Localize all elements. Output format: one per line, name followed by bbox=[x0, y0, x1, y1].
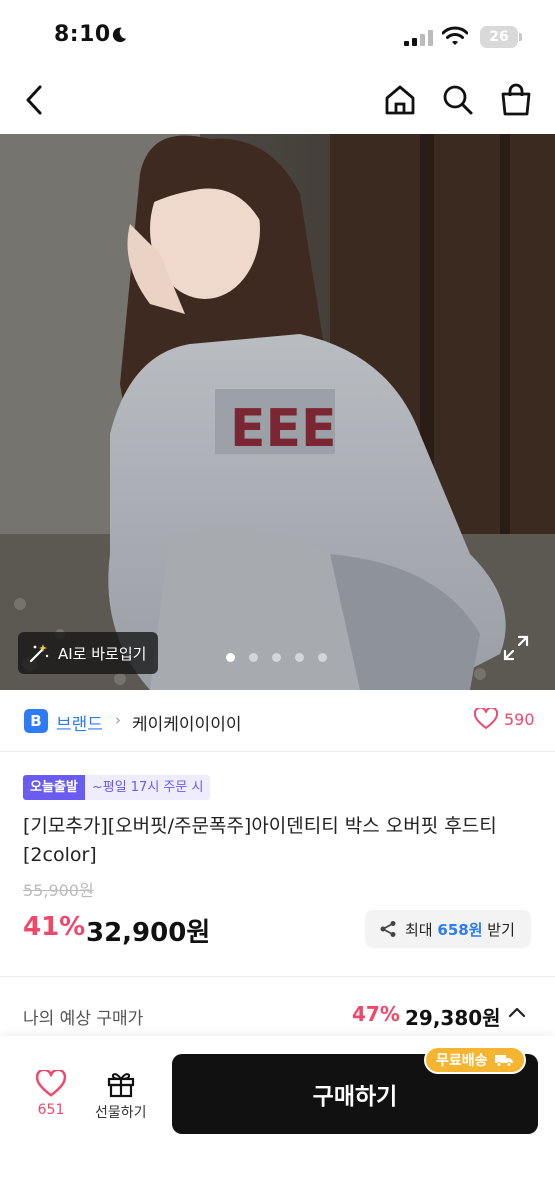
carousel-dot[interactable] bbox=[249, 653, 258, 662]
gift-icon bbox=[107, 1073, 134, 1098]
carousel-indicator bbox=[226, 653, 327, 662]
cellular-signal-icon bbox=[404, 30, 433, 46]
free-shipping-badge: 무료배송 bbox=[424, 1046, 526, 1074]
search-icon[interactable] bbox=[440, 82, 476, 118]
bottom-action-bar: 651 선물하기 구매하기 무료배송 bbox=[0, 1036, 555, 1200]
estimated-discount: 47% bbox=[352, 1002, 400, 1026]
reward-button[interactable]: 최대 658원 받기 bbox=[365, 910, 531, 948]
like-count: 651 bbox=[37, 1102, 65, 1118]
brand-name-link[interactable]: 케이케이이이이 bbox=[132, 710, 241, 735]
heart-icon bbox=[474, 708, 498, 729]
battery-level: 26 bbox=[489, 29, 509, 45]
carousel-dot[interactable] bbox=[318, 653, 327, 662]
share-icon bbox=[380, 921, 396, 937]
hoodie-print: EEE bbox=[230, 399, 337, 459]
status-time: 8:10 bbox=[54, 22, 111, 47]
sale-price: 32,900원 bbox=[86, 918, 211, 948]
brand-badge: B bbox=[24, 709, 48, 733]
brand-like-button[interactable]: 590 bbox=[474, 708, 535, 730]
magic-wand-icon bbox=[29, 644, 49, 663]
original-price: 55,900원 bbox=[23, 881, 94, 900]
carousel-dot[interactable] bbox=[295, 653, 304, 662]
brand-label[interactable]: 브랜드 bbox=[56, 710, 103, 735]
reward-text: 최대 658원 받기 bbox=[405, 919, 515, 940]
brand-chevron: › bbox=[115, 711, 121, 729]
estimated-price-label: 나의 예상 구매가 bbox=[23, 1009, 144, 1029]
shipping-condition-tag: ~평일 17시 주문 시 bbox=[84, 775, 211, 800]
delivery-tags: 오늘출발 ~평일 17시 주문 시 bbox=[23, 775, 211, 800]
gift-button[interactable]: 선물하기 bbox=[95, 1070, 147, 1122]
free-shipping-label: 무료배송 bbox=[436, 1053, 488, 1069]
reward-suffix: 받기 bbox=[487, 920, 515, 939]
status-bar: 8:10 26 bbox=[0, 0, 555, 68]
moon-icon bbox=[112, 27, 127, 43]
top-nav bbox=[0, 68, 555, 134]
ai-try-on-label: AI로 바로입기 bbox=[58, 644, 147, 663]
estimated-price: 29,380원 bbox=[405, 1006, 501, 1030]
wifi-icon bbox=[442, 26, 468, 45]
reward-prefix: 최대 bbox=[405, 920, 433, 939]
truck-icon bbox=[494, 1055, 513, 1067]
discount-rate: 41% bbox=[23, 912, 86, 942]
product-photo[interactable]: EEE AI로 바로입기 bbox=[0, 134, 555, 690]
fullscreen-icon[interactable] bbox=[502, 634, 530, 662]
gift-label: 선물하기 bbox=[95, 1105, 147, 1121]
battery-tip bbox=[519, 33, 522, 41]
like-button[interactable]: 651 bbox=[36, 1070, 66, 1118]
shopping-bag-icon[interactable] bbox=[498, 82, 534, 118]
brand-like-count: 590 bbox=[504, 709, 535, 729]
estimated-price-row[interactable]: 나의 예상 구매가 47% 29,380원 bbox=[0, 990, 555, 1040]
chevron-up-icon[interactable] bbox=[508, 1006, 526, 1018]
section-divider bbox=[0, 976, 555, 977]
heart-icon bbox=[36, 1070, 66, 1097]
brand-row: B 브랜드 › 케이케이이이이 590 bbox=[0, 690, 555, 752]
back-icon[interactable] bbox=[18, 82, 54, 118]
home-icon[interactable] bbox=[382, 82, 418, 118]
product-title: [기모추가][오버핏/주문폭주]아이덴티티 박스 오버핏 후드티[2color] bbox=[23, 815, 497, 866]
product-image: EEE bbox=[0, 134, 555, 690]
carousel-dot[interactable] bbox=[272, 653, 281, 662]
carousel-dot[interactable] bbox=[226, 653, 235, 662]
ai-try-on-button[interactable]: AI로 바로입기 bbox=[18, 632, 159, 674]
reward-amount: 658원 bbox=[437, 920, 483, 939]
today-shipping-tag: 오늘출발 bbox=[23, 775, 85, 800]
